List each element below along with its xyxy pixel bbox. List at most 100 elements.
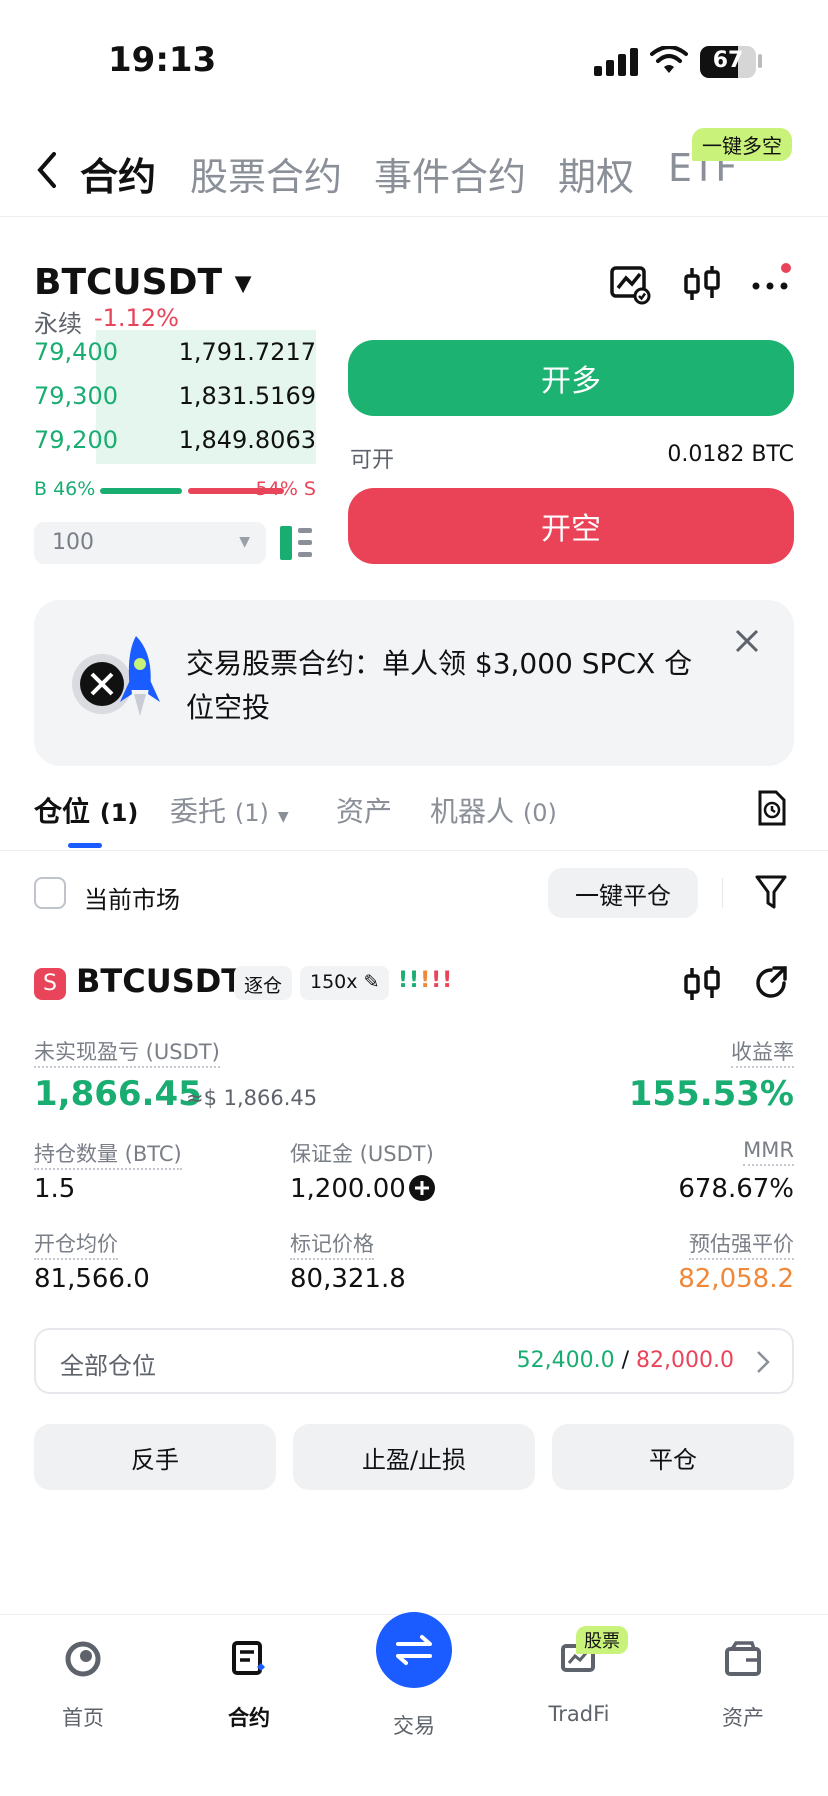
reverse-button[interactable]: 反手	[34, 1424, 276, 1490]
nav-assets[interactable]: 资产	[688, 1702, 798, 1732]
orderbook-price: 79,400	[34, 338, 118, 366]
filter-icon[interactable]	[754, 874, 788, 910]
tab-bots[interactable]: 机器人 (0)	[430, 790, 557, 830]
close-icon[interactable]	[734, 628, 760, 654]
unrealized-pnl-usd: ≈$ 1,866.45	[186, 1086, 318, 1110]
back-icon[interactable]	[34, 150, 58, 190]
all-positions-separator: /	[621, 1348, 630, 1373]
open-short-button[interactable]: 开空	[348, 488, 794, 564]
position-symbol[interactable]: BTCUSDT	[76, 962, 243, 1000]
promo-banner[interactable]: 交易股票合约：单人领 $3,000 SPCX 仓位空投	[34, 600, 794, 766]
all-positions-label: 全部仓位	[60, 1352, 156, 1380]
entry-price-label: 开仓均价	[34, 1232, 118, 1260]
price-change: -1.12%	[94, 304, 179, 332]
add-margin-icon[interactable]	[408, 1174, 436, 1202]
nav-tradfi[interactable]: TradFi	[524, 1702, 634, 1726]
orderbook-price: 79,300	[34, 382, 118, 410]
chart-alert-icon[interactable]	[608, 262, 652, 306]
orderbook-row[interactable]: 79,200 1,849.8063	[34, 426, 316, 454]
symbol-name: BTCUSDT	[34, 262, 223, 303]
mark-price-label: 标记价格	[290, 1232, 374, 1260]
orderbook-price: 79,200	[34, 426, 118, 454]
chevron-down-icon: ▼	[234, 271, 252, 297]
entry-price-value: 81,566.0	[34, 1264, 150, 1294]
nav-home[interactable]: 首页	[28, 1702, 138, 1732]
margin-mode-tag: 逐仓	[234, 966, 293, 1000]
tab-bots-count: (0)	[522, 799, 557, 827]
liquidation-price-label: 预估强平价	[689, 1232, 794, 1260]
buy-ratio-bar	[100, 488, 182, 494]
depth-select-value: 100	[52, 530, 94, 555]
margin-value: 1,200.00	[290, 1174, 406, 1204]
depth-select[interactable]: 100 ▼	[34, 522, 266, 564]
battery-tip	[758, 54, 762, 68]
mmr-label: MMR	[743, 1138, 794, 1166]
nav-contract[interactable]: 合约	[194, 1702, 304, 1732]
close-all-button[interactable]: 一键平仓	[548, 868, 698, 918]
position-size-label: 持仓数量 (BTC)	[34, 1142, 182, 1170]
close-position-button[interactable]: 平仓	[552, 1424, 794, 1490]
candlestick-icon[interactable]	[680, 262, 724, 306]
wallet-icon[interactable]	[724, 1640, 762, 1678]
tab-positions-label: 仓位	[34, 795, 91, 828]
trade-button[interactable]	[376, 1612, 452, 1688]
tab-stock-contract[interactable]: 股票合约	[190, 146, 342, 201]
orderbook-amount: 1,849.8063	[178, 426, 316, 454]
mmr-value: 678.67%	[678, 1174, 794, 1204]
tab-event-contract[interactable]: 事件合约	[374, 146, 526, 201]
open-long-button[interactable]: 开多	[348, 340, 794, 416]
all-positions-row[interactable]: 全部仓位 52,400.0 / 82,000.0	[34, 1328, 794, 1394]
quick-long-short-badge[interactable]: 一键多空	[692, 128, 792, 161]
signal-icon	[594, 48, 638, 76]
symbol-selector[interactable]: BTCUSDT ▼	[34, 262, 251, 303]
margin-label: 保证金 (USDT)	[290, 1142, 434, 1166]
short-side-badge: S	[34, 968, 66, 1000]
promo-text: 交易股票合约：单人领 $3,000 SPCX 仓位空投	[186, 647, 693, 724]
contract-icon[interactable]	[230, 1640, 268, 1678]
sell-ratio: 54% S	[255, 478, 316, 500]
current-market-checkbox[interactable]	[34, 877, 66, 909]
stock-badge: 股票	[576, 1626, 628, 1654]
chevron-right-icon	[757, 1351, 770, 1373]
orderbook-row[interactable]: 79,300 1,831.5169	[34, 382, 316, 410]
tab-contract[interactable]: 合约	[80, 146, 156, 201]
orderbook-amount: 1,791.7217	[178, 338, 316, 366]
roe-label: 收益率	[731, 1040, 794, 1068]
share-icon[interactable]	[752, 964, 790, 1002]
tab-positions[interactable]: 仓位 (1)	[34, 790, 138, 830]
history-doc-icon[interactable]	[756, 790, 788, 826]
more-icon[interactable]	[750, 262, 794, 306]
unrealized-pnl-value: 1,866.45	[34, 1074, 202, 1114]
rocket-icon	[72, 636, 160, 716]
tab-positions-count: (1)	[99, 799, 139, 827]
chevron-down-icon: ▼	[277, 809, 289, 825]
all-positions-long: 52,400.0	[516, 1348, 615, 1373]
tab-orders[interactable]: 委托 (1) ▼	[170, 790, 289, 830]
mark-price-value: 80,321.8	[290, 1264, 406, 1294]
orderbook-layout-icon[interactable]	[280, 524, 314, 562]
liquidation-price-value: 82,058.2	[678, 1264, 794, 1294]
signal-strength-icon: !!!!!	[398, 968, 454, 993]
orderbook-row[interactable]: 79,400 1,791.7217	[34, 338, 316, 366]
swap-icon	[396, 1635, 432, 1665]
buy-ratio: B 46%	[34, 478, 96, 500]
tp-sl-button[interactable]: 止盈/止损	[293, 1424, 535, 1490]
battery-level: 67	[712, 48, 744, 73]
wifi-icon	[650, 46, 688, 73]
leverage-tag[interactable]: 150x ✎	[300, 966, 390, 1000]
edit-icon: ✎	[363, 971, 380, 993]
candlestick-icon[interactable]	[680, 964, 724, 1004]
tab-assets[interactable]: 资产	[336, 790, 392, 830]
available-label: 可开	[350, 448, 395, 473]
battery-icon: 67	[700, 46, 756, 78]
unrealized-pnl-label: 未实现盈亏 (USDT)	[34, 1040, 220, 1068]
tab-options[interactable]: 期权	[558, 146, 634, 201]
tab-orders-count: (1)	[234, 799, 269, 827]
tab-bots-label: 机器人	[430, 795, 515, 828]
tab-orders-label: 委托	[170, 795, 227, 828]
divider	[0, 850, 828, 851]
all-positions-short: 82,000.0	[636, 1348, 734, 1373]
nav-trade[interactable]: 交易	[359, 1710, 469, 1740]
orderbook: 79,400 1,791.7217 79,300 1,831.5169 79,2…	[34, 330, 316, 464]
home-icon[interactable]	[64, 1640, 102, 1678]
